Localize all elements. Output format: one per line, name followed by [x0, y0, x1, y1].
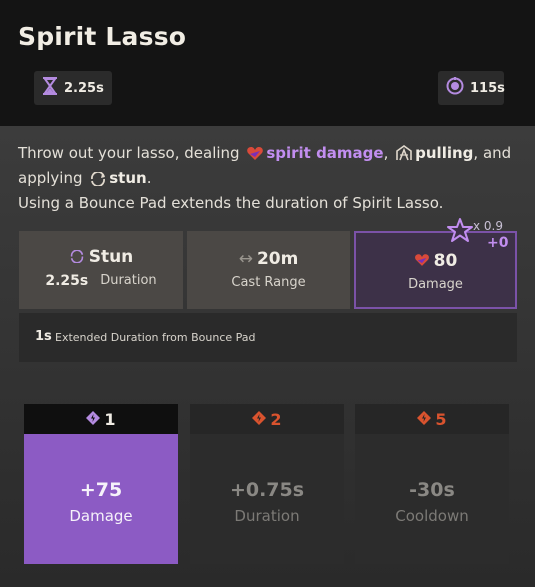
ability-upgrades: 1 +75 Damage 2 +0.75s Duration 5 -30s Co…: [24, 404, 514, 564]
range-arrows-icon: ↔: [238, 249, 253, 269]
upgrade-body: +0.75s Duration: [190, 434, 344, 564]
upgrade-cost: 5: [435, 409, 447, 429]
upgrade-cost: 1: [104, 409, 116, 429]
ability-title: Spirit Lasso: [18, 22, 187, 51]
stun-keyword: stun: [109, 169, 147, 187]
ability-point-icon: [252, 410, 267, 429]
ability-point-icon: [86, 410, 101, 429]
pulling-keyword: pulling: [415, 144, 474, 162]
stun-label: Stun: [88, 247, 134, 267]
upgrade-body: -30s Cooldown: [355, 434, 509, 564]
duration-chip: 2.25s: [34, 71, 112, 105]
bounce-pad-extension-label: Extended Duration from Bounce Pad: [55, 331, 256, 344]
bounce-pad-extension-row: 1s Extended Duration from Bounce Pad: [19, 313, 517, 362]
cast-range-value: 20m: [256, 249, 299, 269]
bounce-pad-extension-value: 1s: [35, 329, 52, 344]
damage-title: 80: [356, 251, 515, 271]
stun-icon: [69, 247, 89, 267]
stun-duration-value: 2.25s: [45, 273, 89, 289]
ability-point-icon: [417, 410, 432, 429]
stun-duration-row: 2.25s Duration: [19, 273, 183, 289]
spirit-damage-icon: [414, 251, 434, 271]
upgrade-tier-header: 5: [355, 404, 509, 434]
spirit-damage-keyword: spirit damage: [266, 144, 384, 162]
hourglass-icon: [42, 77, 58, 99]
upgrade-label: Damage: [69, 507, 133, 525]
stun-stat: Stun 2.25s Duration: [19, 231, 183, 309]
upgrade-cost: 2: [270, 409, 282, 429]
upgrade-tier-1[interactable]: 1 +75 Damage: [24, 404, 178, 564]
desc-text: ,: [383, 144, 394, 162]
desc-text: Throw out your lasso, dealing: [18, 144, 245, 162]
stun-duration-label: Duration: [100, 273, 157, 288]
upgrade-label: Duration: [234, 507, 300, 525]
damage-scaling-multiplier: x 0.9: [473, 219, 503, 233]
upgrade-tier-2[interactable]: 2 +0.75s Duration: [190, 404, 344, 564]
upgrade-tier-3[interactable]: 5 -30s Cooldown: [355, 404, 509, 564]
cooldown-value: 115s: [470, 80, 505, 96]
damage-label: Damage: [408, 277, 463, 292]
desc-text: , and: [473, 144, 512, 162]
desc-text: .: [146, 169, 152, 187]
cooldown-icon: [446, 77, 464, 99]
stun-stat-title: Stun: [19, 247, 183, 267]
spirit-damage-icon: [246, 145, 264, 167]
cast-range-title: ↔ 20m: [187, 249, 350, 269]
pull-icon: [395, 145, 413, 167]
upgrade-value: +75: [79, 479, 123, 501]
ability-header: Spirit Lasso 2.25s 115s: [0, 0, 535, 126]
duration-value: 2.25s: [64, 80, 104, 96]
upgrade-label: Cooldown: [395, 507, 469, 525]
upgrade-tier-header: 2: [190, 404, 344, 434]
ability-body: Throw out your lasso, dealing spirit dam…: [0, 126, 535, 587]
cooldown-chip: 115s: [438, 71, 505, 105]
spirit-power-star-icon: [446, 217, 474, 247]
desc-text: applying: [18, 169, 88, 187]
upgrade-value: +0.75s: [229, 479, 305, 501]
ability-stats: Stun 2.25s Duration ↔ 20m Cast Range 80 D…: [19, 218, 517, 362]
cast-range-label: Cast Range: [231, 275, 306, 290]
stun-icon: [89, 170, 107, 192]
damage-value: 80: [433, 251, 458, 271]
upgrade-body: +75 Damage: [24, 434, 178, 564]
damage-scaling-bonus: +0: [487, 235, 509, 251]
upgrade-tier-header: 1: [24, 404, 178, 434]
upgrade-value: -30s: [409, 479, 455, 501]
cast-range-stat: ↔ 20m Cast Range: [187, 231, 350, 309]
desc-bounce-pad: Using a Bounce Pad extends the duration …: [18, 194, 444, 212]
ability-description: Throw out your lasso, dealing spirit dam…: [18, 142, 523, 214]
